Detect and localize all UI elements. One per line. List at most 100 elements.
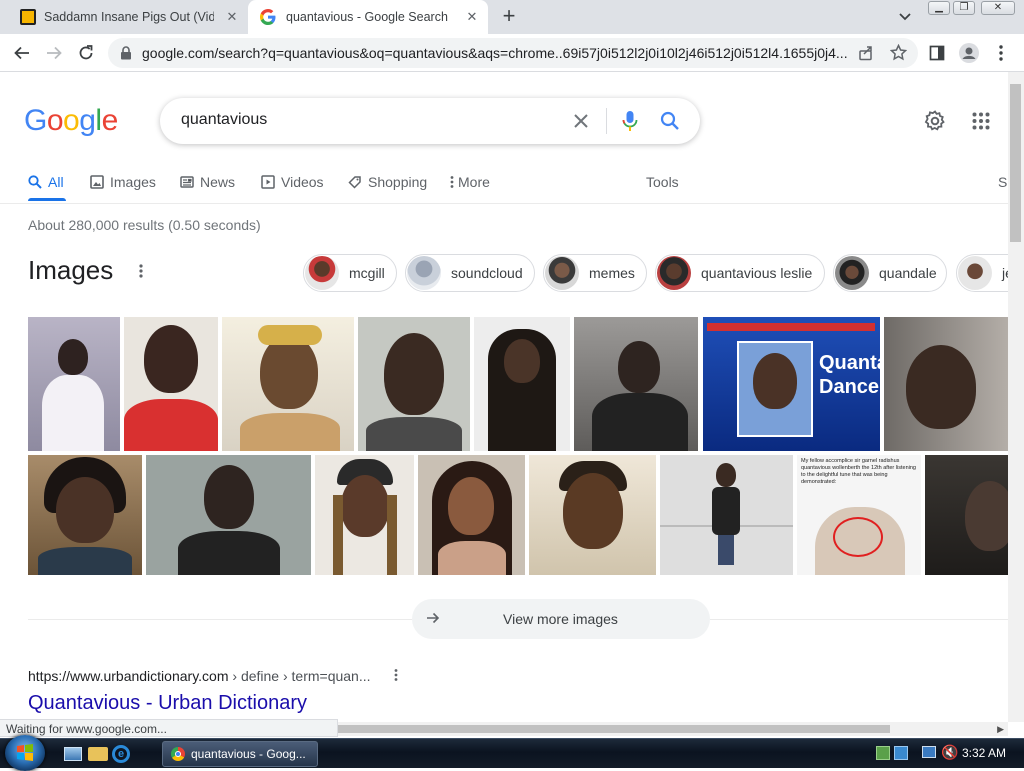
image-result[interactable] xyxy=(925,455,1008,575)
profile-avatar-icon[interactable] xyxy=(959,43,979,63)
image-result[interactable]: My fellow accomplice sir garnel radishus… xyxy=(797,455,921,575)
tab-label: Shopping xyxy=(368,174,428,190)
image-result[interactable] xyxy=(529,455,656,575)
bookmark-star-icon[interactable] xyxy=(890,44,907,61)
lock-icon[interactable] xyxy=(120,46,132,60)
image-result[interactable] xyxy=(418,455,525,575)
folder-icon[interactable] xyxy=(88,747,108,761)
chip-soundcloud[interactable]: soundcloud xyxy=(405,254,535,292)
chip-quantavious-leslie[interactable]: quantavious leslie xyxy=(655,254,825,292)
divider xyxy=(0,203,1008,204)
image-result[interactable] xyxy=(315,455,414,575)
close-icon[interactable]: ✕ xyxy=(224,9,240,25)
search-results-page: Google quantavious All Images News Video… xyxy=(0,72,1008,736)
tab-news[interactable]: News xyxy=(180,172,235,192)
chip-label: quandale xyxy=(879,265,937,281)
image-result[interactable] xyxy=(28,317,120,451)
image-icon xyxy=(90,175,104,189)
image-result[interactable] xyxy=(124,317,218,451)
divider xyxy=(28,619,412,620)
vertical-scrollbar[interactable] xyxy=(1008,72,1024,722)
search-input[interactable]: quantavious xyxy=(181,111,267,129)
reload-button[interactable] xyxy=(74,41,98,65)
images-section-heading: Images xyxy=(28,255,114,285)
safesearch-button[interactable]: S xyxy=(998,172,1007,192)
scroll-right-icon[interactable]: ▶ xyxy=(997,724,1004,735)
chip-je[interactable]: je xyxy=(956,254,1008,292)
search-icon[interactable] xyxy=(660,111,680,131)
kebab-menu-icon[interactable] xyxy=(999,45,1003,61)
microphone-icon[interactable] xyxy=(622,110,638,132)
windows-logo-icon xyxy=(17,744,33,761)
chip-memes[interactable]: memes xyxy=(543,254,647,292)
image-result[interactable] xyxy=(474,317,570,451)
more-vertical-icon[interactable] xyxy=(393,668,399,682)
chip-label: quantavious leslie xyxy=(701,265,813,281)
close-window-button[interactable]: ✕ xyxy=(981,1,1015,15)
result-url[interactable]: https://www.urbandictionary.com › define… xyxy=(28,668,371,684)
tab-shopping[interactable]: Shopping xyxy=(348,172,427,192)
tab-inactive[interactable]: Saddamn Insane Pigs Out (Video ✕ xyxy=(10,0,248,34)
tab-active[interactable]: quantavious - Google Search ✕ xyxy=(248,0,488,34)
result-breadcrumb: › define › term=quan... xyxy=(228,668,371,684)
show-desktop-icon[interactable] xyxy=(64,747,82,761)
more-vertical-icon[interactable] xyxy=(136,262,146,280)
tools-button[interactable]: Tools xyxy=(646,172,679,192)
tab-label: News xyxy=(200,174,236,190)
image-result[interactable] xyxy=(222,317,354,451)
taskbar-clock[interactable]: 3:32 AM xyxy=(962,746,1006,760)
tag-icon xyxy=(348,175,362,189)
image-result[interactable]: Quanta Dance xyxy=(703,317,880,451)
chip-quandale[interactable]: quandale xyxy=(833,254,947,292)
address-bar[interactable]: google.com/search?q=quantavious&oq=quant… xyxy=(108,38,918,68)
tab-all[interactable]: All xyxy=(28,172,64,192)
chip-avatar xyxy=(958,256,992,290)
image-result[interactable] xyxy=(660,455,793,575)
clear-icon[interactable] xyxy=(573,113,589,129)
image-result[interactable] xyxy=(358,317,470,451)
result-title-link[interactable]: Quantavious - Urban Dictionary xyxy=(28,692,307,715)
display-icon[interactable] xyxy=(922,746,936,758)
tab-videos[interactable]: Videos xyxy=(261,172,324,192)
settings-gear-icon[interactable] xyxy=(924,110,946,132)
tab-title: quantavious - Google Search xyxy=(286,10,448,24)
new-tab-button[interactable]: + xyxy=(497,5,521,29)
share-icon[interactable] xyxy=(858,45,874,61)
internet-explorer-icon[interactable]: e xyxy=(112,745,130,763)
network-icon[interactable] xyxy=(876,746,890,760)
search-box[interactable]: quantavious xyxy=(160,98,700,144)
active-tab-indicator xyxy=(28,198,66,201)
google-favicon-icon xyxy=(260,9,276,25)
minimize-button[interactable]: ▁ xyxy=(928,1,950,15)
side-panel-icon[interactable] xyxy=(929,45,945,61)
apps-grid-icon[interactable] xyxy=(972,112,990,130)
video-icon xyxy=(261,175,275,189)
image-result[interactable] xyxy=(146,455,311,575)
tab-images[interactable]: Images xyxy=(90,172,156,192)
horizontal-scrollbar[interactable]: ▶ xyxy=(338,722,1008,736)
tray-icon[interactable] xyxy=(894,746,908,760)
chip-mcgill[interactable]: mcgill xyxy=(303,254,397,292)
start-button[interactable] xyxy=(5,735,45,771)
tab-more[interactable]: More xyxy=(450,172,490,192)
scrollbar-thumb[interactable] xyxy=(338,725,890,733)
view-more-images-button[interactable]: View more images xyxy=(412,599,710,639)
restore-button[interactable]: ❐ xyxy=(953,1,975,15)
searchbox-divider xyxy=(606,108,607,134)
image-result[interactable] xyxy=(884,317,1008,451)
scrollbar-thumb[interactable] xyxy=(1010,84,1021,242)
news-icon xyxy=(180,176,194,188)
volume-muted-icon[interactable]: 🔇 xyxy=(941,744,958,761)
chevron-down-icon[interactable] xyxy=(895,8,915,26)
image-result[interactable] xyxy=(28,455,142,575)
close-icon[interactable]: ✕ xyxy=(464,9,480,25)
google-logo[interactable]: Google xyxy=(24,104,118,138)
arrow-right-icon xyxy=(47,46,62,60)
back-button[interactable] xyxy=(10,41,34,65)
forward-button[interactable] xyxy=(42,41,66,65)
taskbar-chrome-window[interactable]: quantavious - Goog... xyxy=(162,741,318,767)
image-overlay-text: Dance xyxy=(819,376,880,398)
image-result[interactable] xyxy=(574,317,698,451)
image-overlay-text: Quanta xyxy=(819,352,880,374)
tab-label: More xyxy=(458,174,490,190)
